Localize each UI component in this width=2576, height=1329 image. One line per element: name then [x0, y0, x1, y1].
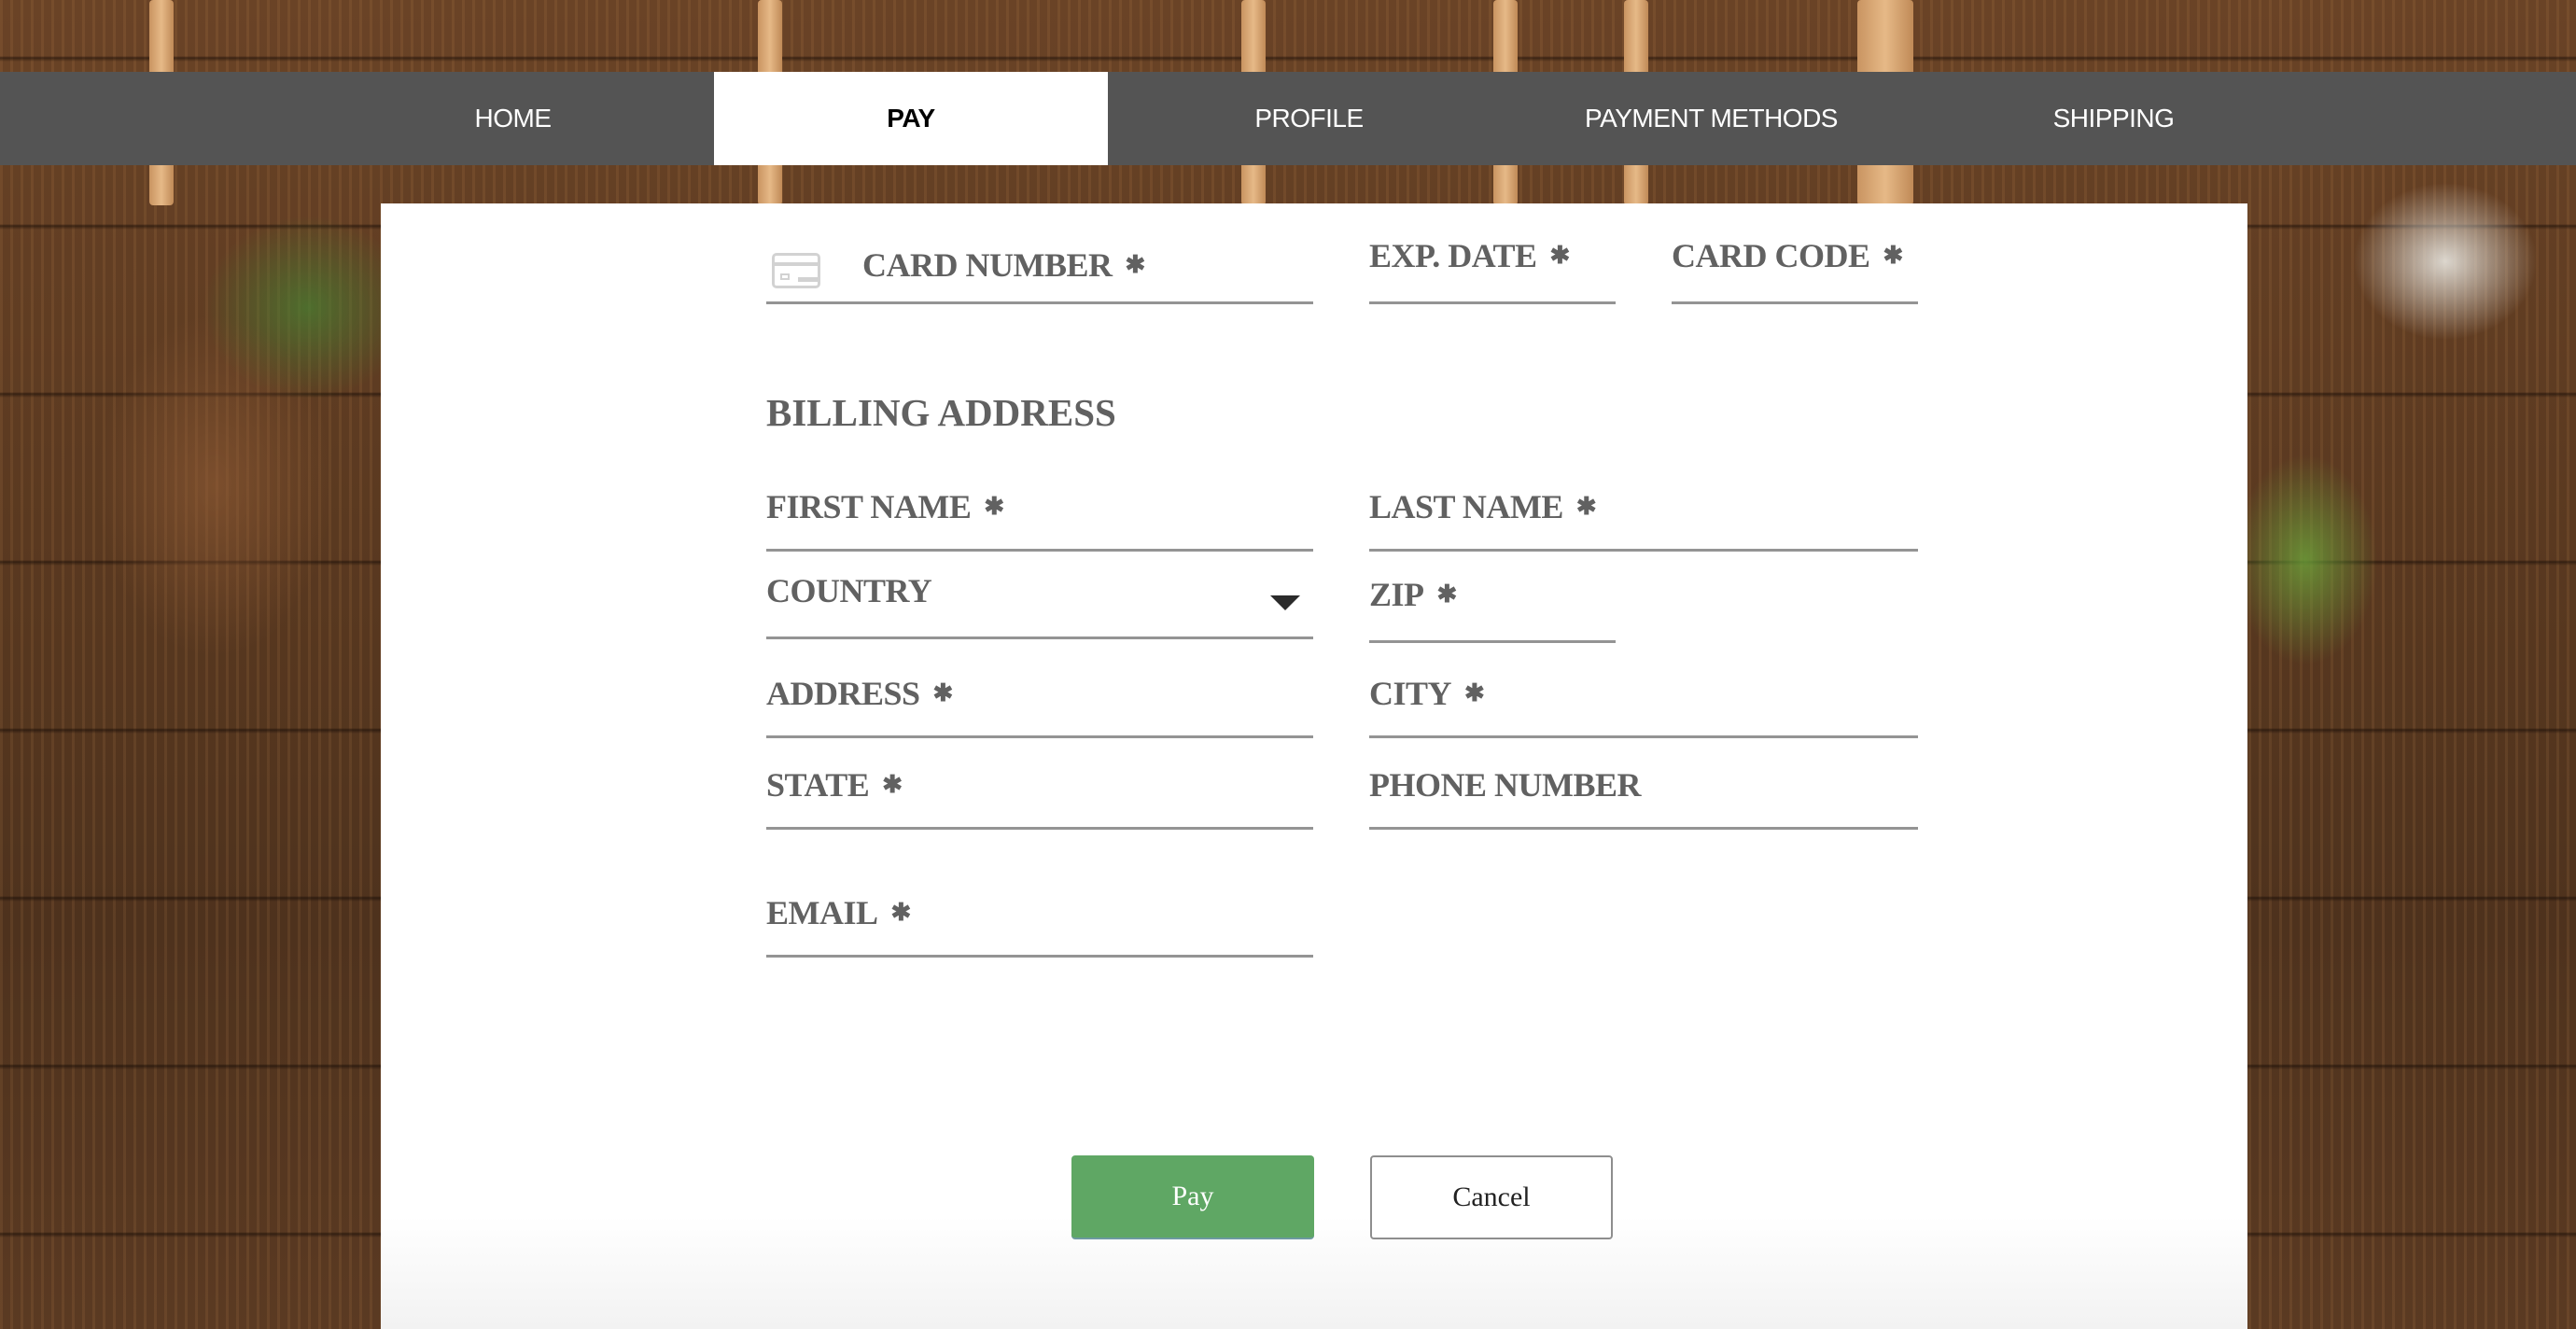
required-asterisk-icon: ✱	[1436, 581, 1458, 608]
address-field[interactable]: ADDRESS ✱	[766, 656, 1313, 738]
first-name-label: FIRST NAME ✱	[766, 488, 1004, 525]
state-label: STATE ✱	[766, 766, 903, 804]
required-asterisk-icon: ✱	[932, 679, 954, 706]
address-label: ADDRESS ✱	[766, 675, 954, 712]
required-asterisk-icon: ✱	[984, 493, 1004, 520]
required-asterisk-icon: ✱	[1464, 679, 1485, 706]
last-name-field[interactable]: LAST NAME ✱	[1369, 469, 1918, 552]
zip-field[interactable]: ZIP ✱	[1369, 558, 1616, 643]
zip-label: ZIP ✱	[1369, 576, 1458, 613]
exp-date-label: EXP. DATE ✱	[1369, 237, 1571, 274]
email-field[interactable]: EMAIL ✱	[766, 875, 1313, 958]
city-field[interactable]: CITY ✱	[1369, 656, 1918, 738]
top-navigation: HOME PAY PROFILE PAYMENT METHODS SHIPPIN…	[0, 72, 2576, 165]
phone-number-label: PHONE NUMBER	[1369, 766, 1642, 804]
state-field[interactable]: STATE ✱	[766, 748, 1313, 830]
nav-tab-pay[interactable]: PAY	[714, 72, 1108, 165]
country-select[interactable]: COUNTRY	[766, 558, 1313, 639]
exp-date-field[interactable]: EXP. DATE ✱	[1369, 222, 1616, 304]
chevron-down-icon[interactable]	[1270, 595, 1300, 610]
phone-number-field[interactable]: PHONE NUMBER	[1369, 748, 1918, 830]
card-number-field[interactable]: CARD NUMBER ✱	[766, 222, 1313, 304]
billing-address-heading: BILLING ADDRESS	[766, 391, 1116, 434]
required-asterisk-icon: ✱	[1549, 242, 1571, 269]
required-asterisk-icon: ✱	[1125, 251, 1146, 278]
required-asterisk-icon: ✱	[1883, 242, 1904, 269]
pay-button[interactable]: Pay	[1071, 1155, 1314, 1239]
credit-card-icon	[772, 253, 820, 288]
nav-tab-home[interactable]: HOME	[312, 72, 714, 165]
nav-tab-profile[interactable]: PROFILE	[1108, 72, 1510, 165]
card-code-label: CARD CODE ✱	[1672, 237, 1904, 274]
card-number-label: CARD NUMBER ✱	[862, 246, 1146, 284]
nav-tab-shipping[interactable]: SHIPPING	[1912, 72, 2315, 165]
last-name-label: LAST NAME ✱	[1369, 488, 1597, 525]
country-label: COUNTRY	[766, 572, 932, 609]
email-label: EMAIL ✱	[766, 894, 912, 931]
cancel-button[interactable]: Cancel	[1370, 1155, 1613, 1239]
required-asterisk-icon: ✱	[882, 771, 903, 798]
required-asterisk-icon: ✱	[890, 899, 912, 926]
nav-tab-payment-methods[interactable]: PAYMENT METHODS	[1510, 72, 1912, 165]
first-name-field[interactable]: FIRST NAME ✱	[766, 469, 1313, 552]
card-code-field[interactable]: CARD CODE ✱	[1672, 222, 1918, 304]
city-label: CITY ✱	[1369, 675, 1485, 712]
payment-form-card: CARD NUMBER ✱ EXP. DATE ✱ CARD CODE ✱ BILLI…	[381, 203, 2247, 1329]
required-asterisk-icon: ✱	[1575, 493, 1597, 520]
